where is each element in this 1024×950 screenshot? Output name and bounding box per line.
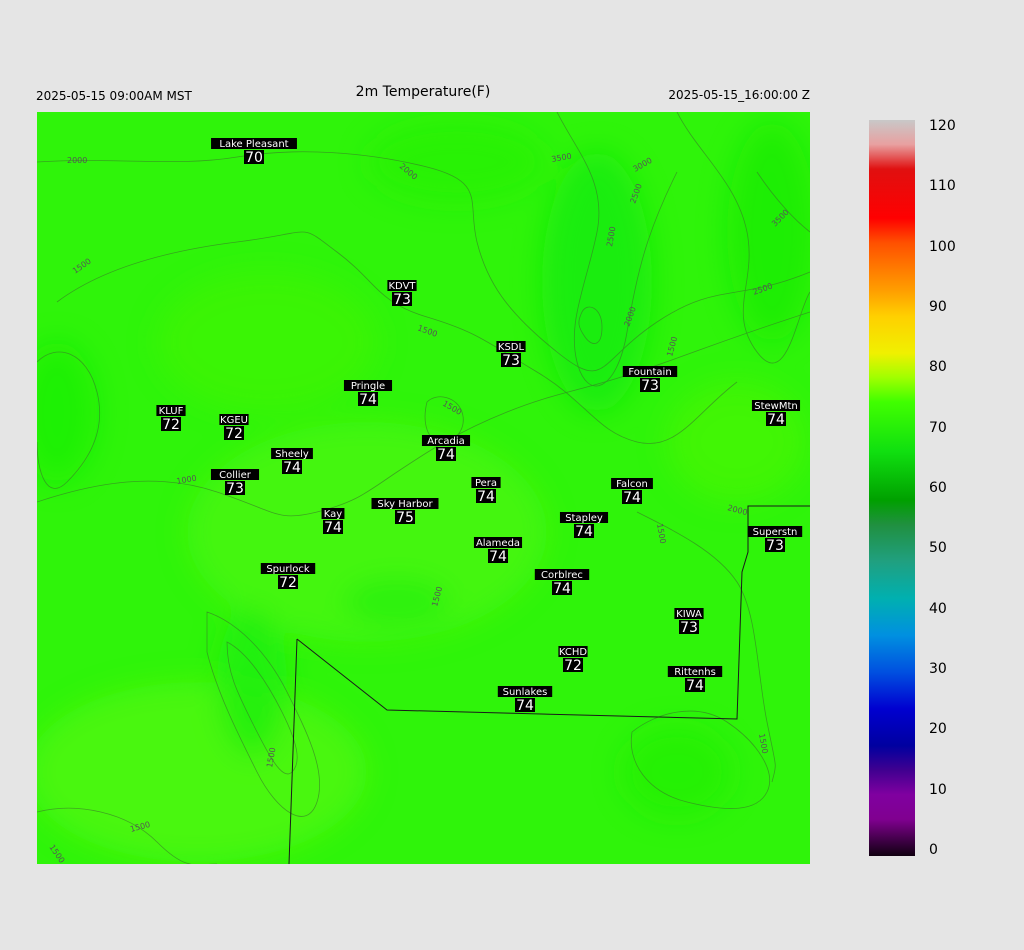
- station-value: 74: [623, 490, 641, 506]
- station-value: 70: [245, 150, 263, 166]
- station-name: Superstn: [753, 527, 798, 538]
- station-name: Alameda: [476, 538, 520, 549]
- station-value: 74: [575, 524, 593, 540]
- colorbar-tick-label: 110: [929, 178, 956, 195]
- colorbar-tick-label: 20: [929, 721, 947, 738]
- station-name: KLUF: [159, 406, 184, 417]
- colorbar-tick-label: 120: [929, 118, 956, 134]
- station-value: 74: [283, 460, 301, 476]
- station-name: Pringle: [351, 381, 385, 392]
- map-title: 2m Temperature(F): [355, 84, 491, 100]
- colorbar-tick-label: 10: [929, 781, 947, 798]
- station-value: 74: [489, 549, 507, 565]
- station-name: Stapley: [565, 513, 603, 524]
- station-name: Falcon: [616, 479, 648, 490]
- station-value: 73: [680, 620, 698, 636]
- temperature-field: [37, 112, 810, 864]
- station-name: Pera: [475, 478, 497, 489]
- colorbar-tick-label: 40: [929, 600, 947, 617]
- station-name: Arcadia: [427, 436, 465, 447]
- colorbar-tick-label: 80: [929, 359, 947, 376]
- station-value: 75: [396, 510, 414, 526]
- station-value: 72: [225, 426, 243, 442]
- station-value: 73: [226, 481, 244, 497]
- station-name: Corblrec: [541, 570, 583, 581]
- cool-area: [622, 727, 732, 817]
- colorbar-tick-label: 100: [929, 238, 956, 255]
- station-name: Kay: [324, 509, 343, 520]
- station-name: Lake Pleasant: [219, 139, 288, 150]
- station-name: KIWA: [676, 609, 702, 620]
- cool-area: [217, 607, 287, 757]
- station-value: 73: [502, 353, 520, 369]
- colorbar-tick-label: 0: [929, 842, 938, 858]
- valid-time-local: 2025-05-15 09:00AM MST: [36, 89, 192, 103]
- station-name: Spurlock: [266, 564, 310, 575]
- temperature-map: 2000 1500 1000 2000 2500 3000 3500 2500 …: [37, 112, 810, 864]
- colorbar-tick-label: 50: [929, 540, 947, 557]
- station-value: 74: [767, 412, 785, 428]
- station-name: StewMtn: [754, 401, 798, 412]
- station-value: 73: [766, 538, 784, 554]
- station-name: KGEU: [220, 415, 248, 426]
- station-value: 73: [393, 292, 411, 308]
- station-value: 74: [553, 581, 571, 597]
- station-value: 74: [686, 678, 704, 694]
- colorbar-tick-label: 30: [929, 661, 947, 677]
- colorbar-tick-label: 60: [929, 480, 947, 496]
- station-value: 72: [162, 417, 180, 433]
- station-value: 72: [279, 575, 297, 591]
- station-value: 72: [564, 658, 582, 674]
- cool-area: [367, 122, 547, 202]
- station-value: 73: [641, 378, 659, 394]
- valid-time-utc: 2025-05-15_16:00:00 Z: [668, 88, 810, 102]
- station-value: 74: [324, 520, 342, 536]
- station-name: KCHD: [559, 647, 588, 658]
- station-value: 74: [359, 392, 377, 408]
- colorbar-tick-label: 90: [929, 299, 947, 315]
- contour-label: 2000: [67, 156, 87, 165]
- station-marker: Kay74: [321, 508, 345, 536]
- station-name: Sheely: [275, 449, 309, 460]
- station-value: 74: [477, 489, 495, 505]
- station-value: 74: [437, 447, 455, 463]
- station-name: Collier: [219, 470, 252, 481]
- station-name: Fountain: [628, 367, 671, 378]
- station-name: Sky Harbor: [377, 499, 433, 510]
- station-name: KDVT: [388, 281, 416, 292]
- station-name: Rittenhs: [674, 667, 716, 678]
- colorbar: [869, 120, 915, 856]
- station-name: KSDL: [498, 342, 525, 353]
- station-name: Sunlakes: [503, 687, 548, 698]
- colorbar-tick-label: 70: [929, 419, 947, 436]
- warm-area: [37, 682, 367, 862]
- station-value: 74: [516, 698, 534, 714]
